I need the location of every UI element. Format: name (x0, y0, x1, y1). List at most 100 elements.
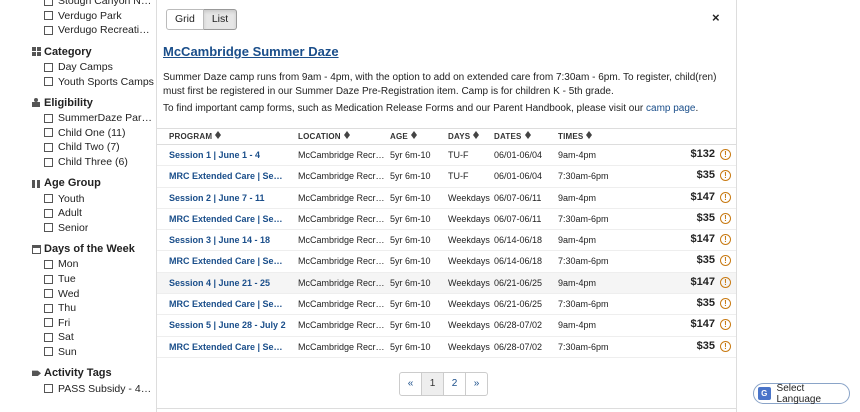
col-location[interactable]: LOCATION (298, 130, 350, 141)
filter-option[interactable]: Verdugo Recreation... (0, 23, 156, 38)
filter-section-title: Days of the Week (44, 243, 135, 256)
info-icon[interactable]: ! (720, 340, 731, 352)
filter-option[interactable]: Child One (11) (0, 126, 156, 141)
table-row[interactable]: MRC Extended Care | Sessio... McCambridge… (157, 166, 736, 188)
sort-icon (343, 130, 350, 139)
filter-option[interactable]: Stough Canyon Nat... (0, 0, 156, 9)
filter-option[interactable]: Day Camps (0, 60, 156, 75)
filter-option[interactable]: Fri (0, 316, 156, 331)
info-icon[interactable]: ! (720, 191, 731, 203)
filter-checkbox[interactable] (44, 332, 53, 342)
col-dates[interactable]: DATES (494, 130, 531, 141)
info-icon[interactable]: ! (720, 276, 731, 288)
info-icon[interactable]: ! (720, 170, 731, 182)
table-row[interactable]: Session 2 | June 7 - 11 McCambridge Recre… (157, 188, 736, 209)
filter-option[interactable]: Child Two (7) (0, 140, 156, 155)
col-age[interactable]: AGE (390, 130, 417, 141)
filter-checkbox[interactable] (44, 77, 53, 87)
days-cell: Weekdays (448, 277, 490, 288)
program-link[interactable]: Session 2 | June 7 - 11 (169, 193, 287, 203)
list-view-button[interactable]: List (203, 9, 238, 30)
days-cell: Weekdays (448, 213, 490, 224)
location-cell: McCambridge Recreati... (298, 256, 386, 267)
page-1-button[interactable]: 1 (421, 372, 444, 396)
program-link[interactable]: Session 5 | June 28 - July 2 (169, 320, 287, 330)
filter-checkbox[interactable] (44, 128, 53, 138)
program-link[interactable]: MRC Extended Care | Sessio... (169, 342, 287, 352)
filter-checkbox[interactable] (44, 0, 53, 6)
program-link[interactable]: Session 4 | June 21 - 25 (169, 278, 287, 288)
filter-option[interactable]: Verdugo Park (0, 9, 156, 24)
filter-option[interactable]: Senior (0, 221, 156, 236)
filter-checkbox[interactable] (44, 318, 53, 328)
table-row[interactable]: Session 3 | June 14 - 18 McCambridge Recr… (157, 230, 736, 252)
program-title[interactable]: McCambridge Summer Daze (163, 44, 339, 59)
table-row[interactable]: MRC Extended Care | Sessio... McCambridge… (157, 294, 736, 316)
filter-option[interactable]: Youth Sports Camps (0, 74, 156, 89)
location-cell: McCambridge Recreati... (298, 299, 386, 310)
filter-checkbox[interactable] (44, 142, 53, 152)
filter-checkbox[interactable] (44, 113, 53, 123)
times-cell: 7:30am-6pm (558, 299, 609, 310)
table-row[interactable]: Session 4 | June 21 - 25 McCambridge Recr… (157, 272, 736, 295)
location-cell: McCambridge Recreati... (298, 320, 386, 331)
col-program[interactable]: PROGRAM (169, 130, 222, 141)
filter-option[interactable]: Sun (0, 345, 156, 360)
program-link[interactable]: MRC Extended Care | Sessio... (169, 299, 287, 309)
filter-checkbox[interactable] (44, 194, 53, 204)
table-row[interactable]: MRC Extended Care | Sessio... McCambridge… (157, 209, 736, 231)
filter-option[interactable]: SummerDaze Pare... (0, 111, 156, 126)
filter-option[interactable]: Wed (0, 286, 156, 301)
filter-checkbox[interactable] (44, 62, 53, 72)
col-days[interactable]: DAYS (448, 130, 480, 141)
filter-checkbox[interactable] (44, 347, 53, 357)
info-icon[interactable]: ! (720, 319, 731, 331)
filter-option[interactable]: Thu (0, 301, 156, 316)
filter-checkbox[interactable] (44, 274, 53, 284)
age-cell: 5yr 6m-10 (390, 277, 431, 288)
program-link[interactable]: Session 1 | June 1 - 4 (169, 150, 287, 160)
table-row[interactable]: Session 5 | June 28 - July 2 McCambridge … (157, 315, 736, 337)
price-cell: $35 (696, 211, 715, 224)
info-icon[interactable]: ! (720, 212, 731, 224)
filter-checkbox[interactable] (44, 157, 53, 167)
filter-checkbox[interactable] (44, 384, 53, 394)
filter-option[interactable]: Tue (0, 272, 156, 287)
next-page-button[interactable]: » (465, 372, 488, 396)
price-cell: $147 (690, 190, 715, 203)
filter-checkbox[interactable] (44, 289, 53, 299)
times-cell: 7:30am-6pm (558, 213, 609, 224)
select-language-button[interactable]: G Select Language (753, 383, 850, 405)
col-times[interactable]: TIMES (558, 130, 593, 141)
filter-checkbox[interactable] (44, 208, 53, 218)
info-icon[interactable]: ! (720, 255, 731, 267)
close-icon[interactable]: × (712, 10, 720, 25)
table-row[interactable]: Session 1 | June 1 - 4 McCambridge Recrea… (157, 145, 736, 167)
program-link[interactable]: MRC Extended Care | Sessio... (169, 214, 287, 224)
filter-option[interactable]: PASS Subsidy - 40% (0, 381, 156, 396)
program-link[interactable]: MRC Extended Care | Sessio... (169, 171, 287, 181)
page-2-button[interactable]: 2 (443, 372, 466, 396)
filter-checkbox[interactable] (44, 223, 53, 233)
filter-option[interactable]: Child Three (6) (0, 155, 156, 170)
program-link[interactable]: Session 3 | June 14 - 18 (169, 235, 287, 245)
program-link[interactable]: MRC Extended Care | Sessio... (169, 256, 287, 266)
camp-page-link[interactable]: camp page (646, 103, 695, 114)
filter-option[interactable]: Sat (0, 330, 156, 345)
info-icon[interactable]: ! (720, 149, 731, 160)
table-row[interactable]: MRC Extended Care | Sessio... McCambridge… (157, 337, 736, 358)
info-icon[interactable]: ! (720, 298, 731, 310)
prev-page-button[interactable]: « (399, 372, 422, 396)
tag-icon (32, 370, 41, 376)
filter-option[interactable]: Adult (0, 206, 156, 221)
filter-checkbox[interactable] (44, 303, 53, 313)
filter-option[interactable]: Youth (0, 191, 156, 206)
table-row[interactable]: MRC Extended Care | Sessio... McCambridge… (157, 251, 736, 273)
filter-checkbox[interactable] (44, 259, 53, 269)
info-icon[interactable]: ! (720, 234, 731, 246)
filter-checkbox[interactable] (44, 25, 53, 35)
grid-view-button[interactable]: Grid (166, 9, 204, 30)
dates-cell: 06/14-06/18 (494, 256, 543, 267)
filter-checkbox[interactable] (44, 11, 53, 21)
filter-option[interactable]: Mon (0, 257, 156, 272)
